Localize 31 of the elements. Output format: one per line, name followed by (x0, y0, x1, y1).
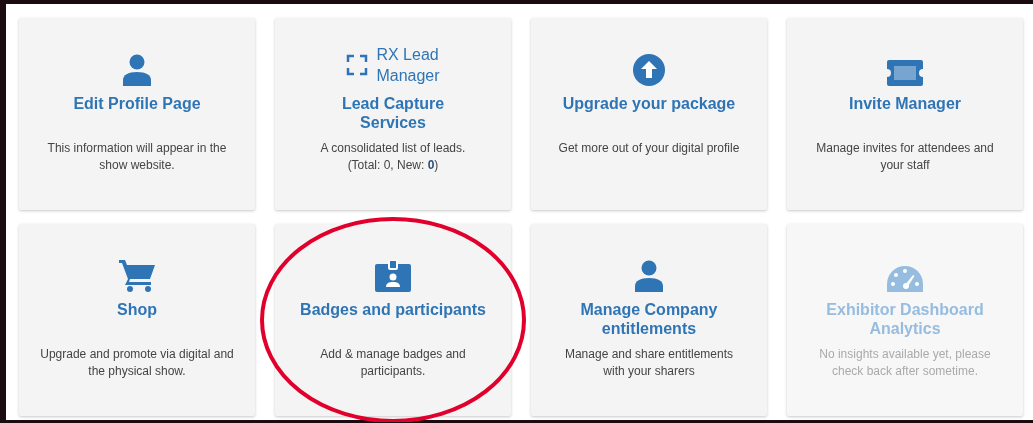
card-description: Upgrade and promote via digital and the physical show. (40, 346, 234, 380)
shopping-cart-icon (119, 260, 155, 292)
scan-frame-icon (346, 54, 369, 76)
feature-card[interactable]: Manage Company entitlements Manage and share entitlements with your sharers (531, 224, 767, 416)
card-description: A consolidated list of leads. (Total: 0, New: 0) (320, 140, 466, 174)
card-title: Edit Profile Page (73, 94, 201, 114)
card-title: Invite Manager (849, 94, 961, 114)
card-title: Badges and participants (300, 300, 486, 320)
feature-card[interactable]: Edit Profile Page This information will appear in the show website. (19, 18, 255, 210)
ticket-icon (887, 60, 923, 86)
card-title: Lead Capture Services (341, 94, 445, 133)
person-icon (122, 54, 152, 86)
card-description: This information will appear in the show website. (47, 140, 227, 174)
person-icon (634, 260, 664, 292)
card-title: Upgrade your package (562, 94, 736, 114)
card-description: Add & manage badges and participants. (320, 346, 466, 380)
card-title: Shop (117, 300, 157, 320)
feature-card[interactable]: RX Lead Manager Lead Capture Services A consolidated list of leads. (Total: 0, New: 0) (275, 18, 511, 210)
card-title: Manage Company entitlements (580, 300, 718, 339)
id-badge-icon (375, 260, 411, 292)
gauge-icon (887, 266, 923, 292)
feature-card[interactable]: Shop Upgrade and promote via digital and the physical show. (19, 224, 255, 416)
card-title: Exhibitor Dashboard Analytics (826, 300, 984, 339)
card-description: Manage and share entitlements with your sharers (564, 346, 734, 380)
feature-card[interactable]: Badges and participants Add & manage badges and participants. (275, 224, 511, 416)
card-description: Get more out of your digital profile (558, 140, 740, 157)
feature-card[interactable]: Invite Manager Manage invites for attendees and your staff (787, 18, 1023, 210)
feature-card[interactable]: Upgrade your package Get more out of your digital profile (531, 18, 767, 210)
logo-text: RX Lead Manager (376, 45, 440, 86)
card-description: No insights available yet, please check back after sometime. (819, 346, 991, 380)
card-description: Manage invites for attendees and your staff (816, 140, 994, 174)
